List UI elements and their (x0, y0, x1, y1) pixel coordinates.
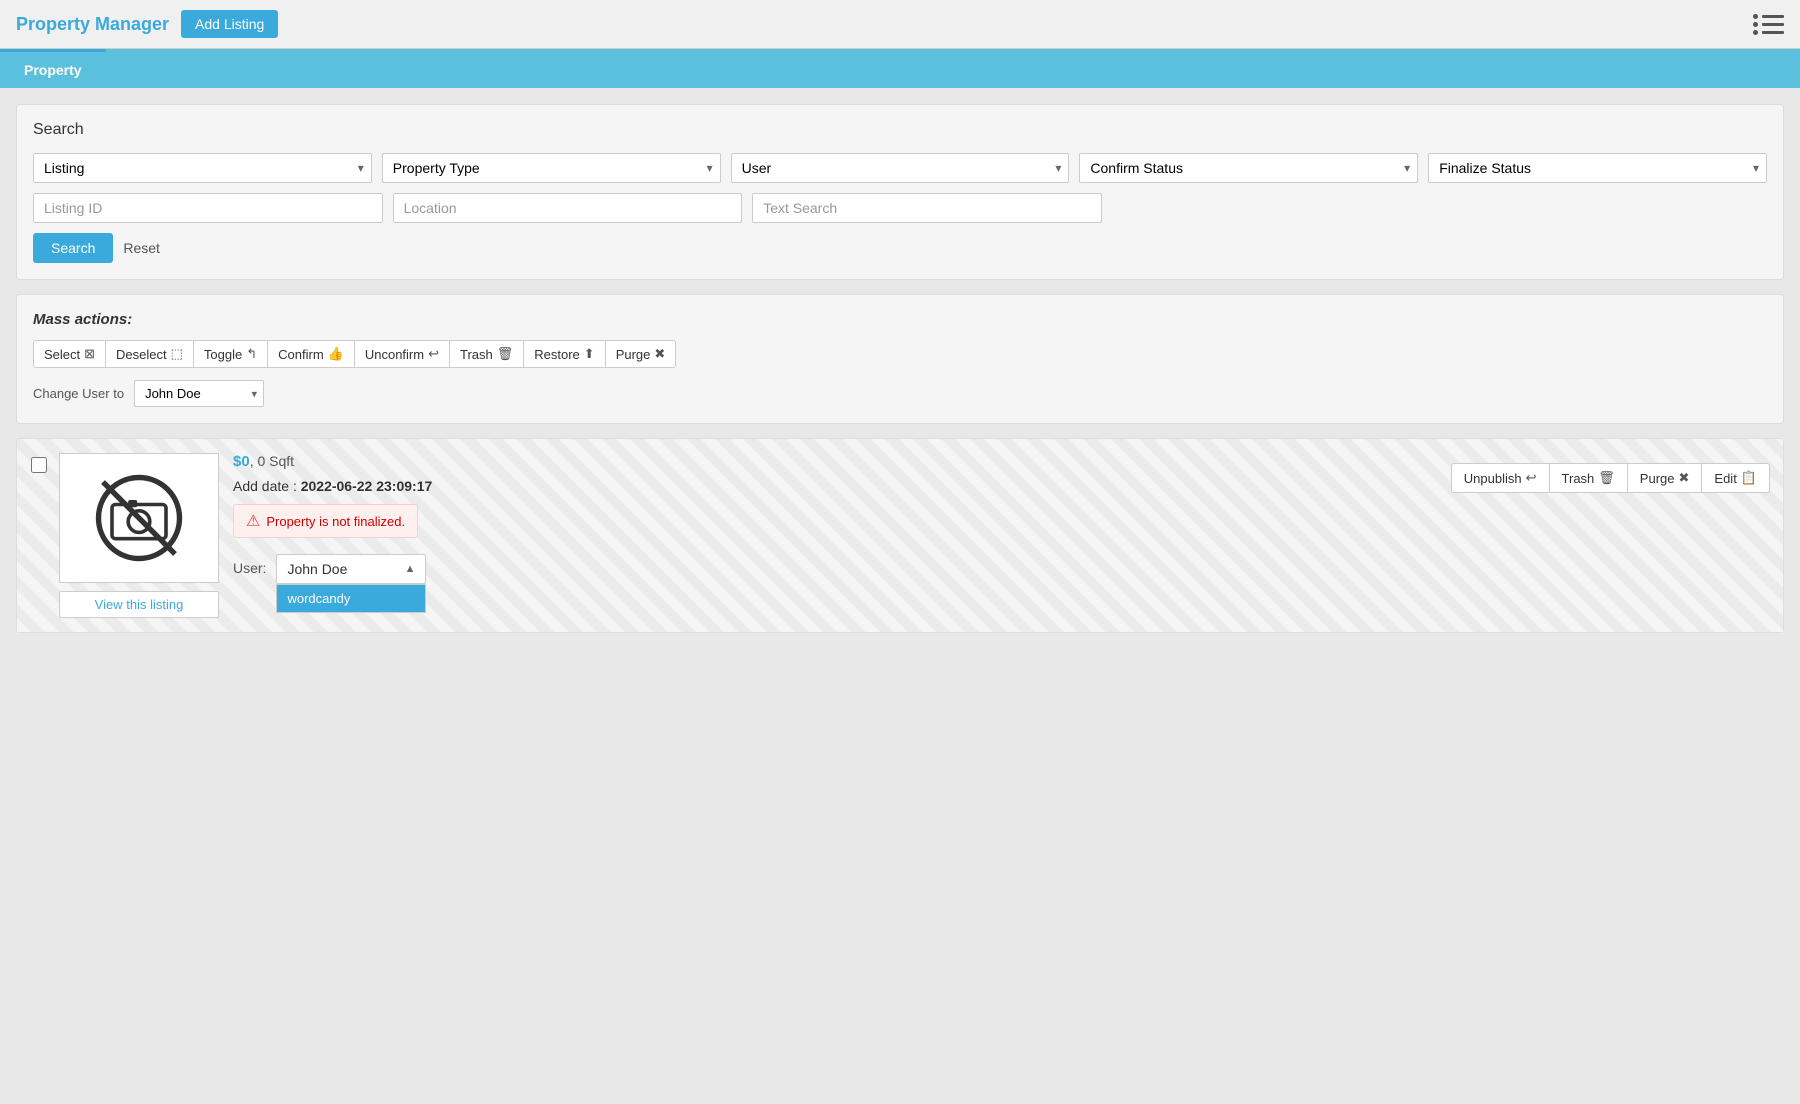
add-date-label: Add date : (233, 478, 297, 494)
listing-price-row: $0, 0 Sqft (233, 453, 1437, 470)
app-title: Property Manager (16, 14, 169, 35)
purge-icon: ✖ (654, 346, 665, 362)
user-select[interactable]: User (731, 153, 1070, 183)
restore-label: Restore (534, 347, 580, 362)
finalize-status-select-wrapper: Finalize Status (1428, 153, 1767, 183)
select-label: Select (44, 347, 80, 362)
mass-actions-panel: Mass actions: Select ⊠ Deselect ⬚ Toggle… (16, 294, 1784, 424)
confirm-status-select-wrapper: Confirm Status (1079, 153, 1418, 183)
listing-select[interactable]: Listing (33, 153, 372, 183)
user-dropdown-caret-icon: ▲ (405, 563, 416, 575)
change-user-select[interactable]: John Doe wordcandy (134, 380, 264, 407)
property-type-select[interactable]: Property Type (382, 153, 721, 183)
confirm-label: Confirm (278, 347, 324, 362)
listing-checkbox[interactable] (31, 457, 47, 473)
search-button[interactable]: Search (33, 233, 113, 263)
listing-id-input[interactable] (33, 193, 383, 223)
view-listing-button[interactable]: View this listing (59, 591, 219, 618)
add-listing-button[interactable]: Add Listing (181, 10, 278, 38)
select-button[interactable]: Select ⊠ (33, 340, 106, 368)
unconfirm-button[interactable]: Unconfirm ↩ (354, 340, 450, 368)
unconfirm-icon: ↩ (428, 346, 439, 362)
user-dropdown-container: John Doe ▲ wordcandy (276, 554, 426, 584)
purge-button[interactable]: Purge ✖ (605, 340, 677, 368)
toggle-button[interactable]: Toggle ↰ (193, 340, 268, 368)
location-input[interactable] (393, 193, 743, 223)
listing-edit-icon: 📋 (1741, 470, 1757, 486)
user-dropdown-value: John Doe (287, 561, 347, 577)
search-title: Search (33, 121, 1767, 139)
warning-triangle-icon: ⚠ (246, 511, 260, 531)
main-content: Search Listing Property Type User Confir… (0, 88, 1800, 649)
camera-icon (94, 473, 184, 563)
listing-date: Add date : 2022-06-22 23:09:17 (233, 478, 1437, 494)
listing-action-buttons: Unpublish ↩ Trash 🗑 Purge ✖ Edit 📋 (1451, 463, 1769, 493)
search-panel: Search Listing Property Type User Confir… (16, 104, 1784, 280)
unconfirm-label: Unconfirm (365, 347, 424, 362)
listing-sqft: , 0 Sqft (250, 453, 294, 469)
confirm-icon: 👍 (328, 346, 344, 362)
change-user-label: Change User to (33, 386, 124, 401)
listing-image-area: View this listing (59, 453, 219, 618)
listing-purge-icon: ✖ (1679, 470, 1690, 486)
tab-bar: Property (0, 49, 1800, 88)
property-type-select-wrapper: Property Type (382, 153, 721, 183)
deselect-icon: ⬚ (171, 346, 183, 362)
search-buttons: Search Reset (33, 233, 1767, 263)
trash-button[interactable]: Trash 🗑 (449, 340, 524, 368)
change-user-row: Change User to John Doe wordcandy (33, 380, 1767, 407)
mass-actions-title: Mass actions: (33, 311, 1767, 328)
trash-label: Trash (460, 347, 493, 362)
text-search-input[interactable] (752, 193, 1102, 223)
listing-purge-label: Purge (1640, 471, 1675, 486)
listing-purge-button[interactable]: Purge ✖ (1627, 463, 1703, 493)
restore-button[interactable]: Restore ⬆ (523, 340, 605, 368)
user-dropdown-option-wordcandy[interactable]: wordcandy (277, 585, 425, 612)
listing-trash-icon: 🗑 (1598, 470, 1615, 486)
search-inputs-row (33, 193, 1767, 223)
restore-icon: ⬆ (584, 346, 595, 362)
trash-icon: 🗑 (497, 346, 514, 362)
reset-button[interactable]: Reset (123, 240, 160, 256)
user-dropdown-menu: wordcandy (276, 584, 426, 613)
header: Property Manager Add Listing (0, 0, 1800, 49)
listing-user-row: User: John Doe ▲ wordcandy (233, 554, 1437, 584)
user-select-wrapper: User (731, 153, 1070, 183)
tab-property[interactable]: Property (0, 49, 106, 88)
add-date-value: 2022-06-22 23:09:17 (301, 478, 433, 494)
toggle-icon: ↰ (246, 346, 257, 362)
listing-area: View this listing $0, 0 Sqft Add date : … (16, 438, 1784, 633)
menu-icon[interactable] (1753, 14, 1784, 35)
mass-actions-row: Select ⊠ Deselect ⬚ Toggle ↰ Confirm 👍 U… (33, 340, 1767, 368)
warning-text: Property is not finalized. (266, 514, 405, 529)
no-photo-icon (94, 473, 184, 563)
listing-trash-label: Trash (1562, 471, 1595, 486)
listing-warning: ⚠ Property is not finalized. (233, 504, 418, 538)
confirm-button[interactable]: Confirm 👍 (267, 340, 355, 368)
user-dropdown-button[interactable]: John Doe ▲ (276, 554, 426, 584)
listing-select-wrapper: Listing (33, 153, 372, 183)
toggle-label: Toggle (204, 347, 242, 362)
unpublish-button[interactable]: Unpublish ↩ (1451, 463, 1550, 493)
purge-label: Purge (616, 347, 651, 362)
deselect-button[interactable]: Deselect ⬚ (105, 340, 194, 368)
user-label: User: (233, 554, 266, 576)
unpublish-icon: ↩ (1526, 470, 1537, 486)
listing-edit-label: Edit (1714, 471, 1736, 486)
search-dropdowns-row: Listing Property Type User Confirm Statu… (33, 153, 1767, 183)
listing-edit-button[interactable]: Edit 📋 (1701, 463, 1770, 493)
listing-trash-button[interactable]: Trash 🗑 (1549, 463, 1628, 493)
unpublish-label: Unpublish (1464, 471, 1522, 486)
no-photo-box (59, 453, 219, 583)
listing-card: View this listing $0, 0 Sqft Add date : … (17, 439, 1783, 632)
listing-price: $0 (233, 453, 250, 470)
select-icon: ⊠ (84, 346, 95, 362)
header-left: Property Manager Add Listing (16, 10, 278, 38)
change-user-select-wrapper: John Doe wordcandy (134, 380, 264, 407)
deselect-label: Deselect (116, 347, 167, 362)
finalize-status-select[interactable]: Finalize Status (1428, 153, 1767, 183)
listing-right: Unpublish ↩ Trash 🗑 Purge ✖ Edit 📋 (1451, 453, 1769, 493)
listing-details: $0, 0 Sqft Add date : 2022-06-22 23:09:1… (219, 453, 1451, 584)
confirm-status-select[interactable]: Confirm Status (1079, 153, 1418, 183)
